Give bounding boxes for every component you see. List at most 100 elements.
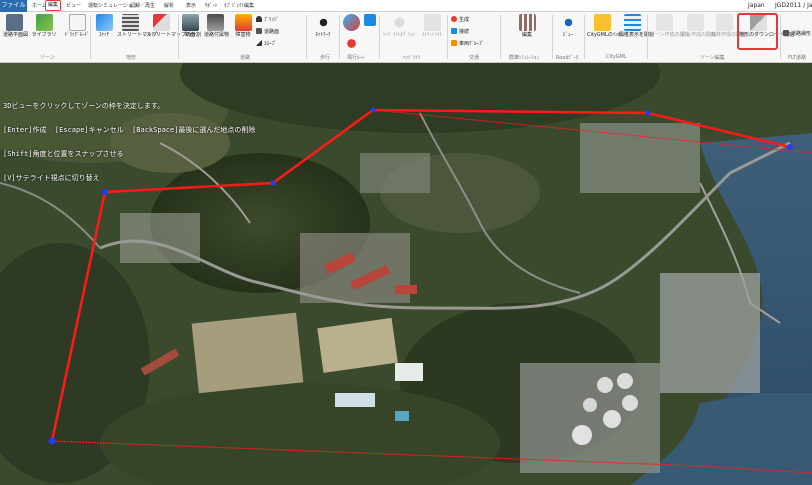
- library-button[interactable]: ライブラリ: [30, 14, 58, 38]
- tree-icon: [715, 14, 733, 31]
- traffic-group-label: 交通: [469, 55, 480, 61]
- flight-route-add-button[interactable]: [342, 14, 360, 31]
- library-icon: [35, 14, 53, 31]
- tab-support[interactable]: ｻﾎﾟｰﾄ: [205, 0, 218, 12]
- group-separator: [339, 15, 340, 59]
- crowd-icon: [518, 14, 536, 31]
- zone-vertex[interactable]: [787, 144, 793, 150]
- section-icon: [181, 14, 199, 31]
- zone-instructions: 3Dビューをクリックしてゾーンの枠を決定します。 [Enter]作成 [Esca…: [3, 86, 255, 198]
- road-plane-button[interactable]: 道路面: [256, 28, 279, 36]
- connect-icon: [451, 28, 457, 34]
- slope-icon: [256, 40, 262, 46]
- group-separator: [780, 15, 781, 59]
- vehicle-group-button[interactable]: 車両ｸﾞﾙｰﾌﾟ: [451, 40, 484, 48]
- zone-vertex[interactable]: [645, 110, 651, 116]
- walk-network-button[interactable]: ﾈｯﾄﾜｰｸ: [309, 14, 337, 38]
- street-map-split-button[interactable]: ストリートマップの分割: [146, 14, 201, 38]
- citygml-group-label: CityGML: [606, 54, 627, 60]
- road-features-button[interactable]: 道路付属物: [204, 14, 229, 38]
- tab-view[interactable]: ビュー: [66, 0, 81, 12]
- ribbon: 道路平面図 ライブラリ ﾄﾞﾗｯｸﾞﾓｰﾄﾞ ゾーン ｽｹｯﾁ ストリートマップ…: [0, 12, 812, 63]
- road-plan-button[interactable]: 道路平面図: [3, 14, 28, 38]
- street-map-icon: [121, 14, 139, 31]
- building-create-button[interactable]: ビル作成の開始: [681, 14, 716, 38]
- attribute-display-button[interactable]: 属性表示を開始: [619, 14, 654, 38]
- road-group-label: 道路: [240, 55, 251, 61]
- tab-display[interactable]: 表示: [186, 0, 196, 12]
- drag-mode-button[interactable]: ﾄﾞﾗｯｸﾞﾓｰﾄﾞ: [62, 14, 92, 38]
- street-light-button[interactable]: ｽﾄﾘｰﾄﾗｲﾄ: [417, 14, 447, 38]
- street-map-button[interactable]: ストリートマップ: [117, 14, 157, 38]
- 3d-viewport[interactable]: 3Dビューをクリックしてゾーンの枠を決定します。 [Enter]作成 [Esca…: [0, 63, 812, 485]
- zone-vertex[interactable]: [48, 437, 56, 445]
- instruction-line: [Enter]作成 [Escape]キャンセル [BackSpace]最後に選ん…: [3, 126, 256, 134]
- zone-group-label: ゾーン: [40, 55, 55, 61]
- walk-group-label: 歩行: [320, 55, 331, 61]
- section-button[interactable]: 断面: [181, 14, 199, 38]
- group-separator: [178, 15, 179, 59]
- slope-button[interactable]: ｽﾛｰﾌﾟ: [256, 40, 277, 48]
- tab-file[interactable]: ファイル: [0, 0, 27, 12]
- road-edit-icon: [783, 30, 789, 36]
- citygml-import-button[interactable]: CityGMLのｲﾝﾎﾟｰﾄ: [587, 14, 628, 38]
- zone-create-icon: [655, 14, 673, 31]
- instruction-line: [Shift]角度と位置をスナップさせる: [3, 150, 124, 158]
- road-plan-icon: [5, 14, 23, 31]
- ribbon-tab-bar: ファイル ホーム 編集 ビュー 運転シミュレーション 記録／再生 解析 表示 ｻ…: [0, 0, 812, 12]
- app-window: ファイル ホーム 編集 ビュー 運転シミュレーション 記録／再生 解析 表示 ｻ…: [0, 0, 812, 485]
- headlight-group-label: ﾍｯﾄﾞﾗｲﾄ: [403, 55, 421, 61]
- highlight-terrain-download: [737, 13, 778, 50]
- zone-vertex[interactable]: [370, 107, 376, 113]
- building-icon: [686, 14, 704, 31]
- road-plane-icon: [256, 28, 262, 34]
- flight-route-edit-button[interactable]: [342, 35, 360, 52]
- headlight-option-button[interactable]: ﾍｯﾄﾞﾗｲﾄｵﾌﾟｼｮﾝ: [382, 14, 416, 38]
- group-separator: [90, 15, 91, 59]
- group-separator: [500, 15, 501, 59]
- tab-object-edit[interactable]: ｵﾌﾞｼﾞｪｸﾄ編集: [224, 0, 254, 12]
- traffic-connect-button[interactable]: 接続: [451, 28, 469, 36]
- flight-route-icon: [342, 14, 360, 31]
- terrain-group-label: 地形: [126, 55, 137, 61]
- flight-group-label: 飛行ﾙｰﾄ: [347, 55, 365, 61]
- street-light-icon: [423, 14, 441, 31]
- traffic-generate-button[interactable]: 生成: [451, 16, 469, 24]
- language-label: Japan: [748, 2, 765, 9]
- crowd-group-label: 群衆ｼﾐｭﾚｰｼｮﾝ: [509, 55, 540, 61]
- generate-icon: [451, 16, 457, 22]
- group-separator: [552, 15, 553, 59]
- road-edit-button[interactable]: 道路縁形: [783, 30, 811, 38]
- tab-analysis[interactable]: 解析: [164, 0, 174, 12]
- zone-create-button[interactable]: ゾーン作成の開始: [650, 14, 690, 38]
- obstacles-button[interactable]: 障害物: [231, 14, 255, 38]
- network-icon: [559, 14, 577, 31]
- group-separator: [647, 15, 648, 59]
- sketch-icon: [95, 14, 113, 31]
- group-separator: [447, 15, 448, 59]
- zone-edit-group-label: ゾーン編集: [700, 55, 725, 61]
- tab-record[interactable]: 記録／再生: [130, 0, 155, 12]
- flight-route-edit-icon: [342, 35, 360, 52]
- flight-route-play-button[interactable]: [363, 14, 377, 26]
- road-data-view-button[interactable]: ﾋﾞｭｰ: [557, 14, 579, 38]
- drag-mode-icon: [68, 14, 86, 31]
- group-separator: [584, 15, 585, 59]
- headlight-icon: [390, 14, 408, 31]
- attribute-table-icon: [623, 14, 641, 31]
- crowd-edit-button[interactable]: 編集: [516, 14, 538, 38]
- group-separator: [379, 15, 380, 59]
- flt-group-label: FLT道路: [788, 55, 807, 61]
- bridge-button[interactable]: ﾌﾞﾘｯｼﾞ: [256, 16, 279, 24]
- street-map-split-icon: [152, 14, 170, 31]
- road-data-group-label: Roadﾃﾞｰﾀ: [556, 55, 579, 61]
- crs-label: JGD2011 / Ja: [775, 2, 812, 9]
- instruction-line: [V]サテライト視点に切り替え: [3, 174, 100, 182]
- tab-edit[interactable]: 編集: [45, 0, 62, 11]
- zone-vertex[interactable]: [270, 180, 276, 186]
- sketch-button[interactable]: ｽｹｯﾁ: [93, 14, 115, 38]
- forest-create-button[interactable]: 森林作成の開始: [711, 14, 746, 38]
- group-separator: [306, 15, 307, 59]
- instruction-line: 3Dビューをクリックしてゾーンの枠を決定します。: [3, 102, 165, 110]
- pedestrian-icon: [314, 14, 332, 31]
